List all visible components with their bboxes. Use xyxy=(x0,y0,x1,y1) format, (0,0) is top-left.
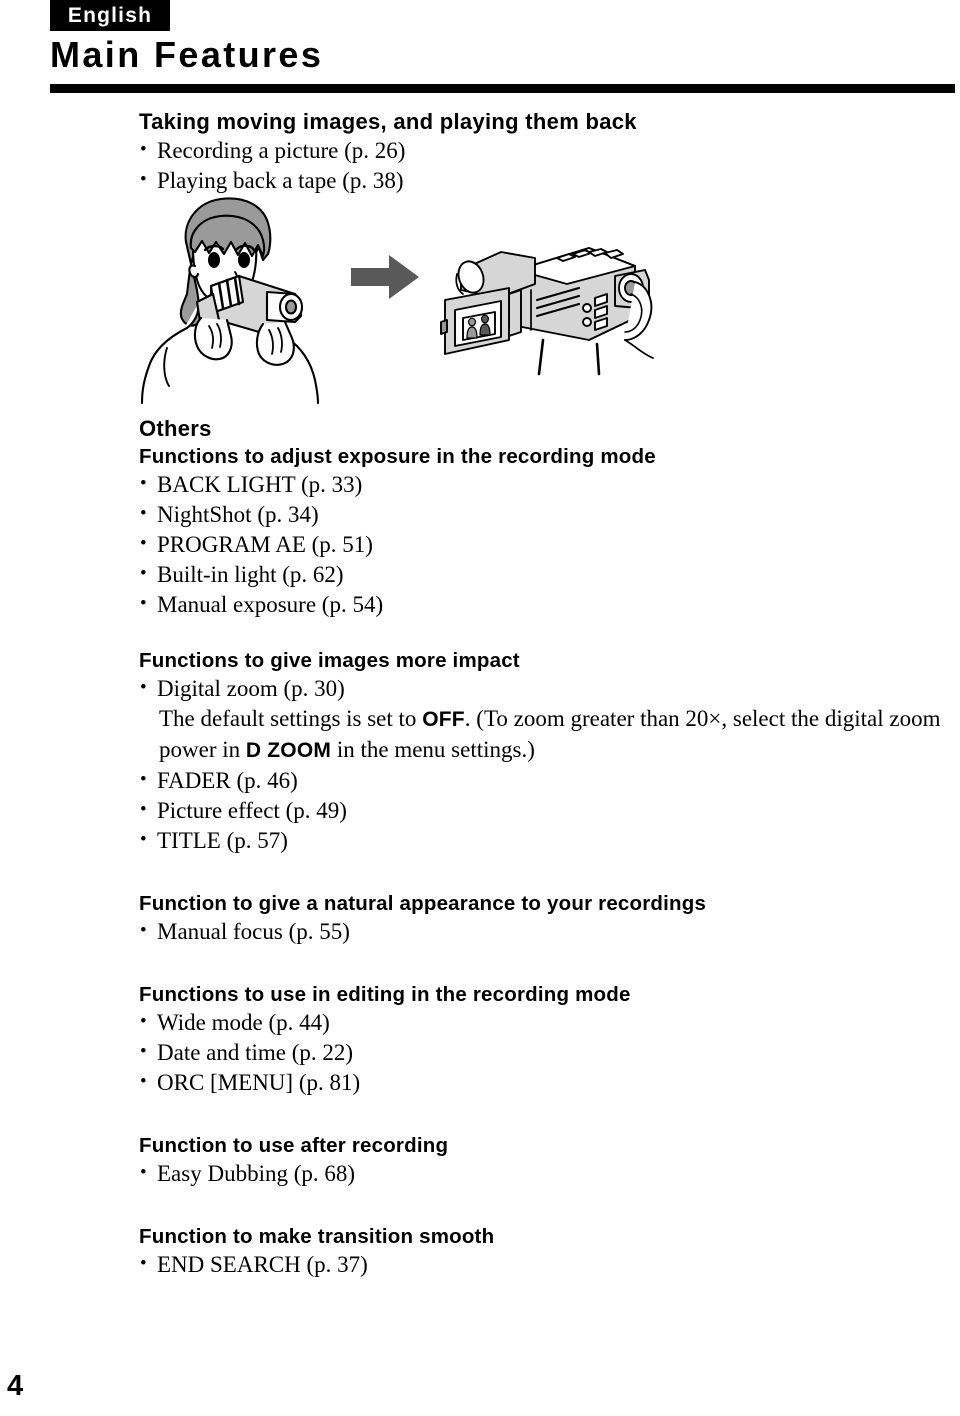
illustration-group xyxy=(139,190,659,415)
list-item: END SEARCH (p. 37) xyxy=(139,1249,954,1280)
list-item: FADER (p. 46) xyxy=(139,765,954,796)
section-heading-transition: Function to make transition smooth xyxy=(139,1225,495,1248)
section-list-impact-top: Digital zoom (p. 30) xyxy=(139,673,954,704)
intro-block: Taking moving images, and playing them b… xyxy=(139,108,954,196)
list-item: Manual focus (p. 55) xyxy=(139,916,954,947)
list-item: Built-in light (p. 62) xyxy=(139,559,954,590)
list-item: BACK LIGHT (p. 33) xyxy=(139,469,954,500)
others-heading: Others xyxy=(139,416,212,441)
note-bold-off: OFF xyxy=(422,708,465,731)
person-recording-with-camcorder xyxy=(140,197,320,405)
section-list-natural: Manual focus (p. 55) xyxy=(139,916,954,947)
list-item: Recording a picture (p. 26) xyxy=(139,135,954,166)
digital-zoom-note: The default settings is set to OFF. (To … xyxy=(139,704,960,766)
list-item: PROGRAM AE (p. 51) xyxy=(139,529,954,560)
section-list-editing: Wide mode (p. 44) Date and time (p. 22) … xyxy=(139,1007,954,1098)
camcorder-with-open-lcd xyxy=(440,247,654,376)
page-title: Main Features xyxy=(50,34,324,75)
section-list-exposure: BACK LIGHT (p. 33) NightShot (p. 34) PRO… xyxy=(139,469,954,620)
list-item: Digital zoom (p. 30) xyxy=(139,673,954,704)
list-item: Manual exposure (p. 54) xyxy=(139,589,954,620)
section-heading-after-recording: Function to use after recording xyxy=(139,1134,449,1157)
list-item: Easy Dubbing (p. 68) xyxy=(139,1158,954,1189)
list-item: TITLE (p. 57) xyxy=(139,825,954,856)
list-item: Picture effect (p. 49) xyxy=(139,795,954,826)
note-part-1: The default settings is set to xyxy=(159,706,423,731)
section-heading-editing: Functions to use in editing in the recor… xyxy=(139,983,631,1006)
note-bold-dzoom: D ZOOM xyxy=(245,739,332,762)
others-block: Others Functions to adjust exposure in t… xyxy=(139,415,954,1280)
section-heading-exposure: Functions to adjust exposure in the reco… xyxy=(139,445,656,468)
title-divider xyxy=(50,84,955,93)
section-heading-natural: Function to give a natural appearance to… xyxy=(139,892,707,915)
right-arrow-icon xyxy=(349,252,421,302)
section-list-after-recording: Easy Dubbing (p. 68) xyxy=(139,1158,954,1189)
list-item: NightShot (p. 34) xyxy=(139,499,954,530)
section-heading-impact: Functions to give images more impact xyxy=(139,649,520,672)
intro-list: Recording a picture (p. 26) Playing back… xyxy=(139,135,954,196)
note-part-3: in the menu settings.) xyxy=(331,737,535,762)
list-item: Wide mode (p. 44) xyxy=(139,1007,954,1038)
list-item: ORC [MENU] (p. 81) xyxy=(139,1067,954,1098)
intro-heading: Taking moving images, and playing them b… xyxy=(139,109,637,134)
section-list-transition: END SEARCH (p. 37) xyxy=(139,1249,954,1280)
section-list-impact-bottom: FADER (p. 46) Picture effect (p. 49) TIT… xyxy=(139,765,954,856)
page-number: 4 xyxy=(7,1370,24,1402)
list-item: Date and time (p. 22) xyxy=(139,1037,954,1068)
language-tag: English xyxy=(50,0,170,31)
